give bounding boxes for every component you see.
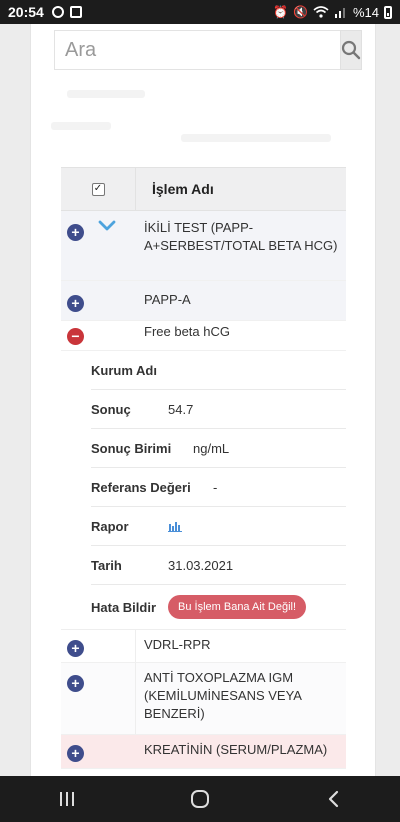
alarm-icon: ⏰ bbox=[273, 5, 289, 19]
detail-sonuc: Sonuç 54.7 bbox=[91, 390, 346, 429]
faint-text bbox=[67, 90, 145, 98]
search-icon bbox=[341, 40, 361, 60]
chevron-down-icon[interactable] bbox=[97, 219, 117, 233]
table-header: ✓ İşlem Adı bbox=[61, 167, 346, 211]
detail-value: 31.03.2021 bbox=[168, 557, 234, 573]
row-label: Free beta hCG bbox=[144, 324, 230, 339]
detail-label: Hata Bildir bbox=[91, 599, 157, 615]
detail-label: Rapor bbox=[91, 518, 129, 534]
table-row[interactable]: + İKİLİ TEST (PAPP-A+SERBEST/TOTAL BETA … bbox=[61, 211, 346, 281]
search-bar bbox=[54, 30, 362, 70]
expand-icon[interactable]: + bbox=[67, 224, 84, 241]
recent-apps-button[interactable] bbox=[37, 776, 97, 822]
wifi-icon bbox=[313, 6, 329, 18]
system-nav-bar bbox=[0, 776, 400, 822]
notification-icon bbox=[51, 6, 64, 18]
back-button[interactable] bbox=[303, 776, 363, 822]
content-card: ✓ İşlem Adı + İKİLİ TEST (PAPP-A+SERBEST… bbox=[30, 24, 376, 776]
table-row[interactable]: + VDRL-RPR bbox=[61, 629, 346, 663]
detail-label: Sonuç bbox=[91, 401, 131, 417]
row-label: KREATİNİN (SERUM/PLAZMA) bbox=[144, 742, 328, 757]
detail-value: 54.7 bbox=[168, 401, 194, 417]
detail-label: Referans Değeri bbox=[91, 479, 191, 495]
expand-icon[interactable]: + bbox=[67, 675, 84, 692]
detail-rapor: Rapor bbox=[91, 507, 346, 546]
status-bar: 20:54 ⏰ 🔇 %14 bbox=[0, 0, 400, 24]
select-all-checkbox[interactable]: ✓ bbox=[91, 182, 105, 196]
detail-birim: Sonuç Birimi ng/mL bbox=[91, 429, 346, 468]
collapse-icon[interactable]: − bbox=[67, 328, 84, 345]
expand-icon[interactable]: + bbox=[67, 295, 84, 312]
detail-tarih: Tarih 31.03.2021 bbox=[91, 546, 346, 585]
detail-referans: Referans Değeri - bbox=[91, 468, 346, 507]
table-row[interactable]: + PAPP-A bbox=[61, 281, 346, 321]
battery-icon bbox=[384, 5, 392, 19]
faint-text bbox=[51, 122, 111, 130]
detail-label: Tarih bbox=[91, 557, 122, 573]
row-label: VDRL-RPR bbox=[144, 637, 211, 652]
recent-apps-icon bbox=[59, 792, 74, 806]
mute-icon: 🔇 bbox=[293, 5, 308, 19]
home-button[interactable] bbox=[170, 776, 230, 822]
table-row[interactable]: − Free beta hCG bbox=[61, 321, 346, 351]
battery-percent: %14 bbox=[352, 4, 379, 20]
row-label: ANTİ TOXOPLAZMA IGM (KEMİLUMİNESANS VEYA… bbox=[144, 670, 302, 721]
home-icon bbox=[190, 790, 209, 808]
table-row[interactable]: + ANTİ TOXOPLAZMA IGM (KEMİLUMİNESANS VE… bbox=[61, 663, 346, 735]
detail-hata: Hata Bildir Bu İşlem Bana Ait Değil! bbox=[91, 585, 346, 629]
results-table: ✓ İşlem Adı + İKİLİ TEST (PAPP-A+SERBEST… bbox=[61, 167, 346, 769]
status-time: 20:54 bbox=[8, 4, 44, 20]
expand-icon[interactable]: + bbox=[67, 640, 84, 657]
row-label: İKİLİ TEST (PAPP-A+SERBEST/TOTAL BETA HC… bbox=[144, 220, 338, 253]
detail-value: ng/mL bbox=[193, 440, 230, 456]
detail-label: Kurum Adı bbox=[91, 362, 157, 378]
row-label: PAPP-A bbox=[144, 292, 191, 307]
column-header-name: İşlem Adı bbox=[152, 181, 214, 197]
faint-text bbox=[181, 134, 331, 142]
report-error-button[interactable]: Bu İşlem Bana Ait Değil! bbox=[168, 595, 307, 619]
detail-kurum: Kurum Adı bbox=[91, 351, 346, 390]
back-icon bbox=[329, 790, 339, 808]
search-input[interactable] bbox=[54, 30, 340, 70]
signal-icon bbox=[334, 8, 345, 18]
detail-value: - bbox=[213, 479, 218, 495]
bar-chart-icon[interactable] bbox=[168, 520, 182, 532]
app-notification-icon bbox=[69, 6, 82, 18]
row-details: Kurum Adı Sonuç 54.7 Sonuç Birimi ng/mL … bbox=[61, 351, 346, 629]
search-button[interactable] bbox=[340, 30, 362, 70]
detail-label: Sonuç Birimi bbox=[91, 440, 172, 456]
expand-icon[interactable]: + bbox=[67, 745, 84, 762]
table-row[interactable]: + KREATİNİN (SERUM/PLAZMA) bbox=[61, 735, 346, 769]
